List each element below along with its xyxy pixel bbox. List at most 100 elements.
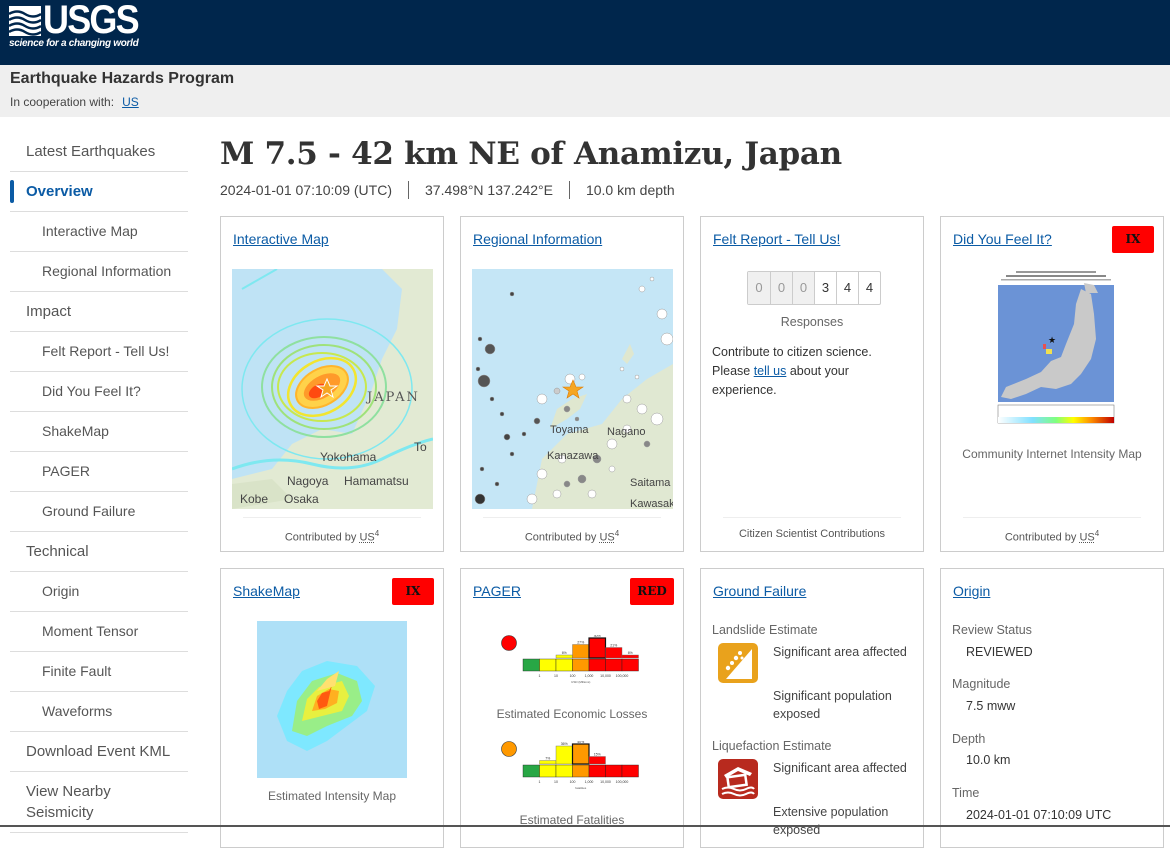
fatalities-bar-label: 36% [561,742,568,746]
seismicity-dot [619,366,625,372]
fatalities-tick-label: 100 [570,780,576,784]
seismicity-dot [479,466,485,472]
cooperation-link[interactable]: US [122,95,139,109]
fatalities-scale-segment [621,764,639,778]
losses-scale-segment [522,658,540,672]
fatalities-tick-label: 1,000 [585,780,594,784]
sidebar-item-overview[interactable]: Overview [10,172,188,212]
time-value: 2024-01-01 07:10:09 UTC [966,808,1112,822]
counter-digit: 0 [748,272,770,304]
cooperation-line: In cooperation with: US [10,95,139,109]
map-label-hamamatsu: Hamamatsu [344,474,409,488]
card-shakemap: ShakeMap IX Estimated Intensity Map [220,568,444,848]
map-label-nagoya: Nagoya [287,474,329,488]
pager-alert-badge: RED [630,578,674,605]
losses-scale-segment [539,658,557,672]
card-felt-report: Felt Report - Tell Us! 0 0 0 3 4 4 Respo… [700,216,924,552]
losses-bar [572,644,590,659]
losses-tick-label: 10,000 [600,674,611,678]
fatalities-scale-segment [605,764,623,778]
depth-label: Depth [952,732,986,746]
ground-failure-link[interactable]: Ground Failure [713,583,806,599]
sidebar-item-waveforms[interactable]: Waveforms [10,692,188,732]
dyfi-caption: Community Internet Intensity Map [962,447,1142,461]
losses-tick-label: 1,000 [585,674,594,678]
seismicity-dot [606,438,618,450]
tell-us-link[interactable]: tell us [754,364,787,378]
liquefaction-population: Extensive population exposed [773,805,889,837]
shakemap-thumbnail[interactable] [257,621,407,778]
card-pager: PAGER RED 6% 27% 40% 21% 6% 1 10 100 1,000 10,000… [460,568,684,848]
fatalities-scale-segment [522,764,540,778]
sidebar-item-felt-report[interactable]: Felt Report - Tell Us! [10,332,188,372]
contributor-us: US [599,531,615,544]
pager-link[interactable]: PAGER [473,583,521,599]
shakemap-intensity-badge: IX [392,578,434,605]
card-regional-information: Regional Information Toyama Nagano Kanaz… [460,216,684,552]
seismicity-dot [587,489,597,499]
sidebar-item-moment-tensor[interactable]: Moment Tensor [10,612,188,652]
interactive-map-thumbnail[interactable]: JAPAN Yokohama Nagoya Hamamatsu Kobe Osa… [232,269,433,509]
site-header: USGS science for a changing world [0,0,1170,65]
counter-digit: 0 [770,272,792,304]
seismicity-dot [578,373,586,381]
sidebar-item-view-nearby[interactable]: View Nearby Seismicity [10,772,188,833]
felt-report-footer: Citizen Scientist Contributions [723,517,901,551]
fatalities-tick-label: 10,000 [600,780,611,784]
sidebar-item-latest-earthquakes[interactable]: Latest Earthquakes [10,133,188,172]
losses-bar [555,654,573,659]
seismicity-dot [509,291,515,297]
interactive-map-link[interactable]: Interactive Map [233,231,329,247]
dyfi-link[interactable]: Did You Feel It? [953,231,1052,247]
shakemap-link[interactable]: ShakeMap [233,583,300,599]
card-origin: Origin Review Status REVIEWED Magnitude … [940,568,1164,848]
logo-text: USGS [43,0,140,42]
pager-fatalities-chart[interactable]: 7% 36% 40% 15% 1 10 100 1,000 10,000 100,000 fatal… [501,741,651,797]
seismicity-dot [608,465,616,473]
seismicity-dot [622,394,632,404]
sidebar-item-pager[interactable]: PAGER [10,452,188,492]
epicenter-star-icon: ★ [1048,335,1056,345]
pager-losses-chart[interactable]: 6% 27% 40% 21% 6% 1 10 100 1,000 10,000 100,000 USD… [501,635,651,691]
seismicity-dot [536,393,548,405]
contributor-count: 4 [374,529,380,538]
depth-value: 10.0 km [966,753,1011,767]
regional-information-link[interactable]: Regional Information [473,231,602,247]
felt-report-link[interactable]: Felt Report - Tell Us! [713,231,840,247]
seismicity-dot [643,440,651,448]
seismicity-dot [509,451,515,457]
fatalities-bar-label: 7% [545,757,550,761]
sidebar-item-interactive-map[interactable]: Interactive Map [10,212,188,252]
contributor-us: US [1079,531,1095,544]
sidebar-item-finite-fault[interactable]: Finite Fault [10,652,188,692]
sidebar-item-regional-information[interactable]: Regional Information [10,252,188,292]
regional-map-thumbnail[interactable]: Toyama Nagano Kanazawa Saitama Kawasaki [472,269,673,509]
counter-digit: 3 [814,272,836,304]
map-label-saitama: Saitama [630,477,671,489]
seismicity-dot [526,493,538,505]
origin-link[interactable]: Origin [953,583,990,599]
usgs-logo[interactable]: USGS science for a changing world [9,0,140,52]
dyfi-map-thumbnail[interactable]: ★ [986,269,1126,429]
cooperation-label: In cooperation with: [10,95,115,109]
sidebar-item-origin[interactable]: Origin [10,572,188,612]
pager-losses-caption: Estimated Economic Losses [496,707,648,721]
responses-counter: 0 0 0 3 4 4 [747,271,881,305]
fatalities-bar-label: 40% [577,741,584,744]
sidebar-item-technical[interactable]: Technical [10,532,188,572]
regional-information-footer: Contributed by US4 [483,517,661,551]
sidebar-item-shakemap[interactable]: ShakeMap [10,412,188,452]
sidebar-item-ground-failure[interactable]: Ground Failure [10,492,188,532]
liquefaction-area: Significant area affected [773,761,907,775]
liquefaction-icon [718,759,758,799]
sidebar-item-download-kml[interactable]: Download Event KML [10,732,188,772]
fatalities-bar [588,756,606,765]
seismicity-dot [636,403,648,415]
liquefaction-label: Liquefaction Estimate [712,739,832,753]
responses-label: Responses [780,315,844,329]
sidebar-item-did-you-feel-it[interactable]: Did You Feel It? [10,372,188,412]
sidebar-item-impact[interactable]: Impact [10,292,188,332]
shakemap-caption: Estimated Intensity Map [267,789,397,803]
usgs-waves-icon [9,6,41,36]
contributor-count: 4 [614,529,620,538]
